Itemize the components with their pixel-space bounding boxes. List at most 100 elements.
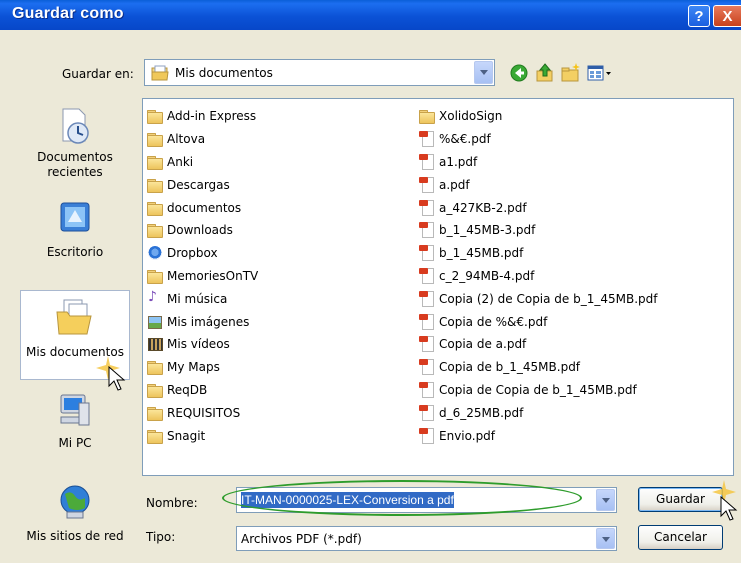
folder-item[interactable]: Mi música: [147, 287, 258, 310]
place-network[interactable]: Mis sitios de red: [20, 482, 130, 544]
file-item[interactable]: Copia de b_1_45MB.pdf: [419, 356, 658, 379]
item-name: ReqDB: [167, 382, 208, 397]
file-type-dropdown[interactable]: Archivos PDF (*.pdf): [236, 526, 617, 551]
file-item[interactable]: b_1_45MB.pdf: [419, 242, 658, 265]
folder-item[interactable]: Downloads: [147, 219, 258, 242]
folder-icon: [147, 268, 163, 284]
item-name: b_1_45MB-3.pdf: [439, 223, 536, 238]
back-icon[interactable]: [508, 62, 530, 84]
item-name: My Maps: [167, 360, 220, 375]
dropbox-icon: [147, 245, 163, 261]
folder-icon: [147, 405, 163, 421]
folder-icon: [147, 428, 163, 444]
folder-item[interactable]: REQUISITOS: [147, 401, 258, 424]
pdf-file-icon: [419, 290, 435, 307]
item-name: Descargas: [167, 177, 230, 192]
folder-item[interactable]: ReqDB: [147, 379, 258, 402]
place-my-computer[interactable]: Mi PC: [20, 393, 130, 451]
place-desktop[interactable]: Escritorio: [20, 200, 130, 260]
my-documents-icon: [151, 65, 169, 81]
save-in-label: Guardar en:: [62, 67, 134, 81]
file-list[interactable]: Add-in Express Altova Anki Descargas documen…: [142, 98, 734, 476]
folder-item[interactable]: XolidoSign: [419, 105, 658, 128]
pdf-file-icon: [419, 267, 435, 284]
window-title: Guardar como: [12, 5, 124, 22]
folder-item[interactable]: Mis imágenes: [147, 310, 258, 333]
folder-icon: [147, 200, 163, 216]
item-name: a.pdf: [439, 177, 470, 192]
up-folder-icon[interactable]: [534, 62, 556, 84]
file-name-value: IT-MAN-0000025-LEX-Conversion a pdf: [241, 492, 454, 508]
item-name: REQUISITOS: [167, 405, 241, 420]
file-item[interactable]: d_6_25MB.pdf: [419, 401, 658, 424]
folder-item[interactable]: Anki: [147, 151, 258, 174]
file-item[interactable]: Copia de a.pdf: [419, 333, 658, 356]
place-my-documents[interactable]: Mis documentos: [20, 296, 130, 360]
item-name: a1.pdf: [439, 154, 478, 169]
pdf-file-icon: [419, 131, 435, 148]
file-item[interactable]: c_2_94MB-4.pdf: [419, 265, 658, 288]
folder-item[interactable]: MemoriesOnTV: [147, 265, 258, 288]
file-item[interactable]: b_1_45MB-3.pdf: [419, 219, 658, 242]
view-menu-icon[interactable]: [586, 62, 614, 84]
folder-icon: [419, 108, 435, 125]
desktop-icon: [60, 202, 90, 232]
item-name: XolidoSign: [439, 109, 503, 124]
file-item[interactable]: Copia (2) de Copia de b_1_45MB.pdf: [419, 287, 658, 310]
help-button[interactable]: ?: [688, 5, 710, 27]
file-item[interactable]: Envio.pdf: [419, 424, 658, 447]
file-name-input[interactable]: IT-MAN-0000025-LEX-Conversion a pdf: [236, 487, 617, 513]
pdf-file-icon: [419, 153, 435, 170]
item-name: documentos: [167, 200, 242, 215]
place-label: Documentos recientes: [37, 150, 113, 179]
file-item[interactable]: Copia de %&€.pdf: [419, 310, 658, 333]
folder-item[interactable]: documentos: [147, 196, 258, 219]
item-name: MemoriesOnTV: [167, 268, 259, 283]
my-documents-icon: [56, 299, 92, 335]
pdf-file-icon: [419, 359, 435, 376]
file-item[interactable]: Copia de Copia de b_1_45MB.pdf: [419, 379, 658, 402]
cancel-button[interactable]: Cancelar: [638, 525, 723, 550]
chevron-down-icon[interactable]: [596, 528, 615, 549]
item-name: Add-in Express: [167, 109, 257, 124]
place-label: Mi PC: [58, 436, 92, 450]
place-label: Mis sitios de red: [26, 529, 124, 543]
folder-item[interactable]: Dropbox: [147, 242, 258, 265]
chevron-down-icon[interactable]: [596, 489, 615, 511]
file-item[interactable]: %&€.pdf: [419, 128, 658, 151]
folder-item[interactable]: My Maps: [147, 356, 258, 379]
folder-item[interactable]: Snagit: [147, 424, 258, 447]
item-name: Snagit: [167, 428, 206, 443]
network-places-icon: [60, 485, 90, 519]
save-in-dropdown[interactable]: Mis documentos: [144, 59, 495, 86]
folder-icon: [147, 131, 163, 148]
item-name: Copia de Copia de b_1_45MB.pdf: [439, 382, 637, 397]
save-in-value: Mis documentos: [175, 66, 273, 80]
mouse-cursor-icon: [108, 366, 126, 391]
place-recent-documents[interactable]: Documentos recientes: [20, 107, 130, 180]
pictures-folder-icon: [147, 314, 163, 330]
mouse-cursor-icon: [720, 496, 738, 521]
item-name: b_1_45MB.pdf: [439, 246, 524, 261]
pdf-file-icon: [419, 427, 435, 444]
item-name: Copia (2) de Copia de b_1_45MB.pdf: [439, 291, 658, 306]
pdf-file-icon: [419, 404, 435, 421]
recent-documents-icon: [62, 108, 89, 144]
file-name-label: Nombre:: [146, 496, 198, 510]
folder-item[interactable]: Add-in Express: [147, 105, 258, 128]
folder-item[interactable]: Descargas: [147, 173, 258, 196]
folder-icon: [147, 382, 163, 398]
item-name: Altova: [167, 132, 206, 147]
file-item[interactable]: a_427KB-2.pdf: [419, 196, 658, 219]
folder-item[interactable]: Altova: [147, 128, 258, 151]
close-button[interactable]: X: [713, 5, 741, 27]
file-item[interactable]: a.pdf: [419, 173, 658, 196]
file-item[interactable]: a1.pdf: [419, 151, 658, 174]
new-folder-icon[interactable]: [560, 62, 582, 84]
file-column-2: XolidoSign %&€.pdf a1.pdf a.pdf a_427KB-2.pd…: [419, 105, 658, 447]
item-name: Copia de a.pdf: [439, 337, 527, 352]
save-button[interactable]: Guardar: [638, 487, 723, 512]
chevron-down-icon[interactable]: [474, 61, 493, 84]
folder-item[interactable]: Mis vídeos: [147, 333, 258, 356]
item-name: Downloads: [167, 223, 233, 238]
